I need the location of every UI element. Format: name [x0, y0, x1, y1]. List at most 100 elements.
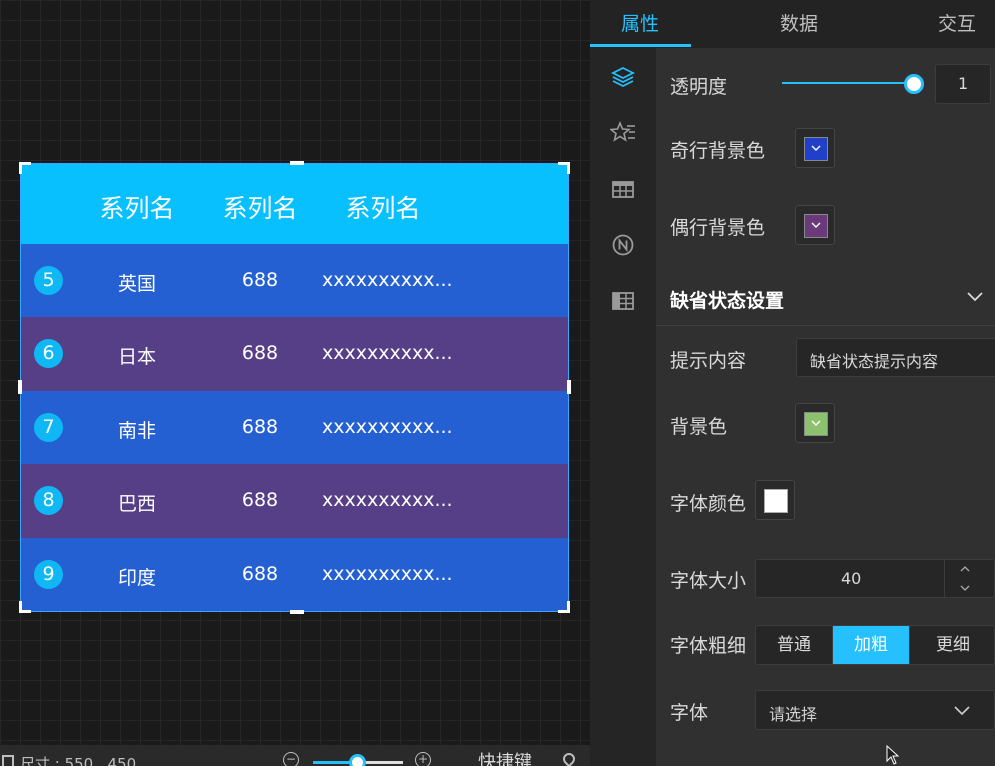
opacity-input[interactable]: 1 — [935, 64, 991, 104]
odd-row-bg-label: 奇行背景色 — [670, 140, 766, 162]
row-index-badge: 5 — [34, 266, 63, 295]
star-list-icon[interactable] — [610, 120, 636, 146]
property-category-bar — [590, 48, 656, 766]
row-name-cell: 巴西 — [117, 493, 156, 516]
layers-icon[interactable] — [610, 64, 636, 90]
property-panel: 属性 数据 交互 透明度 1 奇行背景色 偶行背景色 缺省状态设置 提示内容 缺… — [590, 0, 995, 766]
table-header: 系列名 系列名 系列名 — [21, 164, 568, 244]
resize-handle-left[interactable] — [18, 380, 22, 394]
font-family-select[interactable]: 请选择 — [755, 690, 995, 730]
font-color-picker[interactable] — [755, 480, 795, 520]
chevron-down-icon — [967, 292, 983, 302]
panel-tabs: 属性 数据 交互 — [590, 0, 995, 48]
row-name-cell: 英国 — [117, 273, 156, 295]
row-value-cell: 688 — [241, 489, 279, 512]
font-size-label: 字体大小 — [670, 570, 747, 592]
property-form: 透明度 1 奇行背景色 偶行背景色 缺省状态设置 提示内容 缺省状态提示内容 背… — [656, 48, 995, 766]
size-icon — [2, 755, 14, 766]
resize-handle-bottom-right[interactable] — [558, 601, 570, 613]
row-index-badge: 6 — [34, 339, 63, 369]
hint-input[interactable]: 缺省状态提示内容 — [796, 338, 995, 377]
font-color-swatch — [764, 489, 788, 513]
font-family-label: 字体 — [670, 702, 709, 724]
font-weight-label: 字体粗细 — [670, 635, 747, 657]
grid-list-icon[interactable] — [610, 288, 636, 314]
resize-handle-bottom-left[interactable] — [19, 601, 31, 613]
table-row: 7 南非 688 xxxxxxxxxx... — [21, 390, 568, 465]
table-icon[interactable] — [610, 176, 636, 202]
shortcut-button[interactable]: 快捷键 — [478, 748, 532, 766]
section-title: 缺省状态设置 — [670, 290, 785, 312]
hint-label: 提示内容 — [670, 350, 747, 372]
resize-handle-top-left[interactable] — [19, 162, 31, 174]
font-size-input[interactable]: 40 — [755, 559, 995, 598]
header-cell: 系列名 — [99, 194, 175, 223]
row-index-badge: 8 — [34, 486, 63, 516]
tab-properties[interactable]: 属性 — [621, 9, 659, 36]
resize-handle-top-right[interactable] — [558, 162, 570, 174]
resize-handle-right[interactable] — [567, 380, 571, 394]
row-index-badge: 7 — [34, 412, 63, 442]
odd-row-bg-swatch — [804, 137, 828, 161]
design-canvas[interactable]: 系列名 系列名 系列名 5 英国 688 xxxxxxxxxx... 6 日本 688 xxx… — [0, 0, 590, 745]
chevron-down-icon — [811, 420, 821, 426]
bg-color-label: 背景色 — [670, 416, 728, 438]
font-size-value: 40 — [841, 569, 862, 588]
opacity-slider-track[interactable] — [782, 82, 912, 84]
opacity-label: 透明度 — [670, 76, 728, 98]
tab-interaction[interactable]: 交互 — [938, 9, 976, 36]
even-row-bg-picker[interactable] — [795, 205, 835, 245]
table-row: 5 英国 688 xxxxxxxxxx... — [21, 244, 568, 318]
stepper-down-icon[interactable] — [960, 585, 970, 591]
row-value-cell: 688 — [241, 415, 279, 438]
row-detail-cell: xxxxxxxxxx... — [322, 562, 453, 585]
font-weight-normal[interactable]: 普通 — [756, 626, 833, 664]
default-state-section-header[interactable]: 缺省状态设置 — [656, 268, 995, 326]
location-icon[interactable] — [560, 750, 578, 766]
resize-handle-bottom[interactable] — [290, 610, 304, 614]
font-weight-bold[interactable]: 加粗 — [833, 626, 910, 664]
zoom-out-icon[interactable]: − — [283, 752, 299, 766]
bg-color-picker[interactable] — [795, 403, 835, 443]
opacity-value: 1 — [958, 74, 969, 93]
hint-value: 缺省状态提示内容 — [810, 352, 939, 371]
font-size-stepper — [944, 560, 945, 597]
font-color-label: 字体颜色 — [670, 493, 747, 515]
stepper-up-icon[interactable] — [960, 566, 970, 572]
table-row: 9 印度 688 xxxxxxxxxx... — [21, 537, 568, 611]
row-value-cell: 688 — [241, 269, 279, 291]
font-weight-segmented: 普通 加粗 更细 — [755, 625, 995, 665]
row-index-badge: 9 — [34, 559, 63, 589]
chevron-down-icon — [811, 222, 821, 228]
chevron-down-icon — [811, 145, 821, 151]
row-name-cell: 南非 — [117, 419, 156, 442]
header-cell: 系列名 — [345, 194, 421, 223]
row-detail-cell: xxxxxxxxxx... — [322, 342, 453, 365]
mouse-cursor-icon — [886, 745, 900, 765]
row-name-cell: 日本 — [117, 346, 156, 369]
active-tab-indicator — [590, 44, 691, 47]
resize-handle-top[interactable] — [290, 161, 304, 165]
even-row-bg-swatch — [804, 214, 828, 238]
row-detail-cell: xxxxxxxxxx... — [322, 489, 453, 512]
table-widget[interactable]: 系列名 系列名 系列名 5 英国 688 xxxxxxxxxx... 6 日本 688 xxx… — [18, 161, 571, 614]
font-family-placeholder: 请选择 — [769, 705, 818, 724]
n-circle-icon[interactable] — [610, 232, 636, 258]
row-value-cell: 688 — [241, 562, 279, 585]
table-row: 6 日本 688 xxxxxxxxxx... — [21, 317, 568, 391]
chevron-down-icon — [954, 706, 970, 716]
row-value-cell: 688 — [241, 342, 279, 365]
canvas-status-bar: 尺寸 : 550 , 450 − + 快捷键 — [0, 745, 590, 766]
zoom-in-icon[interactable]: + — [415, 752, 431, 766]
zoom-slider-thumb[interactable] — [349, 754, 366, 766]
even-row-bg-label: 偶行背景色 — [670, 217, 766, 239]
size-readout: 尺寸 : 550 , 450 — [20, 755, 137, 766]
tab-data[interactable]: 数据 — [780, 9, 818, 36]
row-detail-cell: xxxxxxxxxx... — [322, 269, 453, 291]
font-weight-light[interactable]: 更细 — [910, 626, 994, 664]
row-detail-cell: xxxxxxxxxx... — [322, 415, 453, 438]
row-name-cell: 印度 — [117, 566, 156, 589]
opacity-slider-thumb[interactable] — [904, 74, 924, 94]
odd-row-bg-picker[interactable] — [795, 128, 835, 168]
bg-color-swatch — [804, 412, 828, 436]
